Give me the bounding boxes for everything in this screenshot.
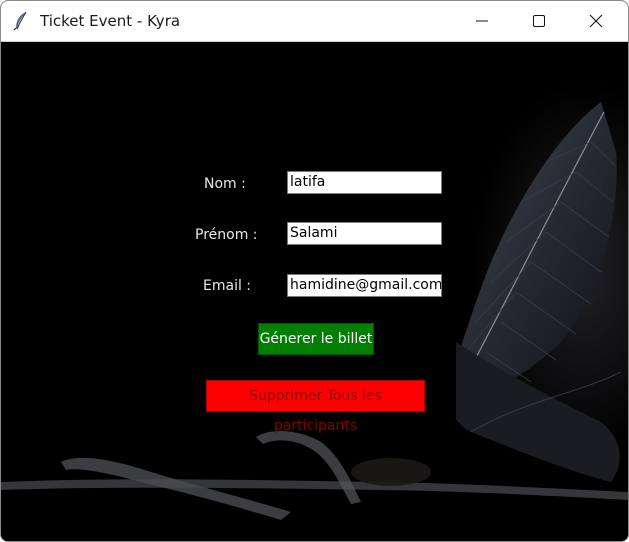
prenom-input[interactable]: Salami [287, 222, 442, 245]
email-input[interactable]: hamidine@gmail.com [287, 274, 442, 297]
close-button[interactable] [573, 1, 619, 41]
email-label: Email : [203, 278, 252, 294]
minimize-icon [476, 20, 488, 22]
maximize-button[interactable] [516, 1, 562, 41]
nom-label: Nom : [204, 176, 246, 192]
close-icon [589, 14, 603, 28]
window-title: Ticket Event - Kyra [40, 12, 181, 30]
minimize-button[interactable] [459, 1, 505, 41]
nom-input[interactable]: latifa [287, 171, 442, 194]
delete-all-participants-button[interactable]: Supprimer Tous les participants [206, 380, 425, 434]
app-window: Ticket Event - Kyra Nom: latifa Prénom … [0, 0, 629, 542]
maximize-icon [533, 15, 545, 27]
email-input-text: hamidine@gmail.com [290, 277, 442, 293]
generate-ticket-button[interactable]: Génerer le billet [258, 323, 374, 355]
prenom-label: Prénom : [195, 227, 258, 243]
title-bar[interactable]: Ticket Event - Kyra [1, 1, 628, 42]
feather-icon [13, 11, 29, 31]
